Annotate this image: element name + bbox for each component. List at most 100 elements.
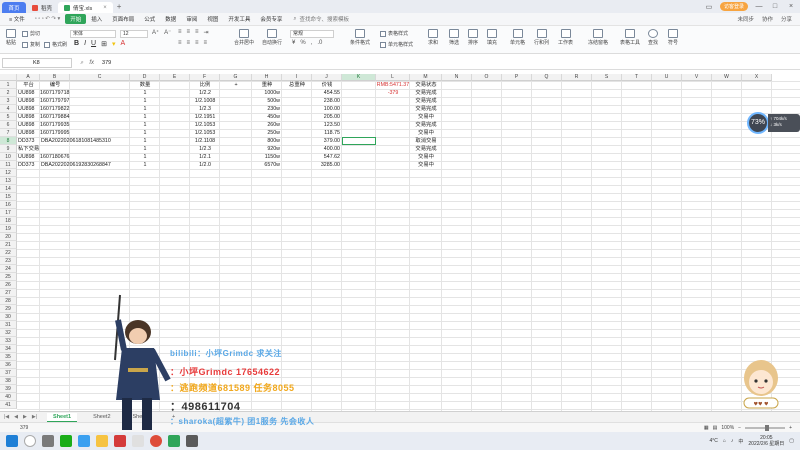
table-cell[interactable]: 123.50 [312, 121, 342, 129]
table-cell[interactable]: UU898 [17, 129, 40, 137]
table-cell[interactable]: 1/2.3 [190, 105, 220, 113]
column-header-e[interactable]: E [160, 74, 190, 81]
decrease-font-icon[interactable]: A⁻ [164, 29, 171, 36]
border-icon[interactable]: ⊞ [101, 40, 107, 48]
table-cell[interactable]: UU898 [17, 97, 40, 105]
chrome-icon[interactable] [150, 435, 162, 447]
name-box[interactable]: K8 [2, 58, 72, 68]
row-header[interactable]: 6 [0, 121, 17, 129]
currency-icon[interactable]: ¥ [292, 40, 295, 46]
row-header[interactable]: 12 [0, 169, 17, 177]
table-cell[interactable]: 920w [252, 145, 282, 153]
table-cell[interactable]: 400.00 [312, 145, 342, 153]
table-cell[interactable]: 1/2.1008 [190, 97, 220, 105]
last-sheet-icon[interactable]: ▶| [32, 414, 37, 420]
column-header-p[interactable]: P [502, 74, 532, 81]
volume-icon[interactable]: ♪ [731, 438, 734, 444]
table-cell[interactable]: 379.00 [312, 137, 342, 145]
column-header-s[interactable]: S [592, 74, 622, 81]
zoom-level[interactable]: 100% [721, 425, 734, 431]
column-header-u[interactable]: U [652, 74, 682, 81]
row-header[interactable]: 7 [0, 129, 17, 137]
table-cell[interactable]: 1 [130, 153, 160, 161]
table-cell[interactable]: + [220, 81, 252, 89]
table-cell[interactable]: RMB:5471.37 [376, 81, 410, 89]
font-size-select[interactable]: 12 [120, 30, 148, 38]
clock[interactable]: 20:05 2022/2/6 星期日 [748, 435, 784, 447]
row-header[interactable]: 1 [0, 81, 17, 89]
column-header-v[interactable]: V [682, 74, 712, 81]
zoom-formula-icon[interactable]: ⌕ [80, 60, 83, 67]
row-header[interactable]: 19 [0, 225, 17, 233]
sync-status[interactable]: 未同步 [737, 15, 754, 23]
login-button[interactable]: 访客登录 [719, 2, 748, 11]
row-header[interactable]: 33 [0, 337, 17, 345]
table-cell[interactable]: 3285.00 [312, 161, 342, 169]
wechat-icon[interactable] [60, 435, 72, 447]
table-cell[interactable]: 交易完成 [410, 145, 442, 153]
table-cell[interactable]: 编号 [40, 81, 70, 89]
minimize-icon[interactable]: — [754, 3, 764, 10]
row-header[interactable]: 34 [0, 345, 17, 353]
column-header-x[interactable]: X [742, 74, 772, 81]
fx-icon[interactable]: fx [89, 60, 94, 67]
underline-button[interactable]: U [91, 40, 96, 48]
column-header-w[interactable]: W [712, 74, 742, 81]
row-header[interactable]: 27 [0, 289, 17, 297]
table-cell[interactable]: 取消交易 [410, 137, 442, 145]
column-header-f[interactable]: F [190, 74, 220, 81]
table-cell[interactable]: UU898 [17, 89, 40, 97]
app-dark-icon[interactable] [186, 435, 198, 447]
new-tab-button[interactable]: + [117, 2, 122, 11]
zoom-out-icon[interactable]: − [738, 425, 741, 431]
fill-button[interactable]: 填充 [487, 29, 497, 46]
table-cell[interactable]: 205.00 [312, 113, 342, 121]
menu-home[interactable]: 开始 [65, 14, 87, 24]
table-cell[interactable]: 交易完成 [410, 89, 442, 97]
first-sheet-icon[interactable]: |◀ [4, 414, 9, 420]
table-cell[interactable]: 118.75 [312, 129, 342, 137]
column-header-j[interactable]: J [312, 74, 342, 81]
wps-taskbar-icon[interactable] [168, 435, 180, 447]
table-cell[interactable]: 交易完成 [410, 105, 442, 113]
row-header[interactable]: 37 [0, 369, 17, 377]
row-header[interactable]: 8 [0, 137, 17, 145]
row-header[interactable]: 23 [0, 257, 17, 265]
cell-button[interactable]: 单元格 [510, 29, 525, 46]
menu-member[interactable]: 会员专享 [255, 14, 287, 24]
share-button[interactable]: 分享 [781, 15, 792, 23]
table-cell[interactable]: 1607179797 [40, 97, 70, 105]
prev-sheet-icon[interactable]: ◀ [14, 414, 18, 420]
browser-icon[interactable] [78, 435, 90, 447]
thousands-icon[interactable]: , [311, 40, 313, 46]
table-cell[interactable]: 547.62 [312, 153, 342, 161]
fill-color-icon[interactable]: ▾ [112, 40, 116, 48]
row-header[interactable]: 35 [0, 353, 17, 361]
row-header[interactable]: 31 [0, 321, 17, 329]
table-cell[interactable]: 1/2.3 [190, 145, 220, 153]
row-header[interactable]: 21 [0, 241, 17, 249]
row-header[interactable]: 5 [0, 113, 17, 121]
menu-file[interactable]: ≡ 文件 [4, 14, 30, 24]
table-cell[interactable]: 6570w [252, 161, 282, 169]
sort-button[interactable]: 排序 [468, 29, 478, 46]
app-grey-icon[interactable] [132, 435, 144, 447]
sum-button[interactable]: 求和 [428, 29, 438, 46]
column-header-a[interactable]: A [17, 74, 40, 81]
table-cell[interactable]: 交易中 [410, 153, 442, 161]
table-cell[interactable]: 1 [130, 97, 160, 105]
row-header[interactable]: 13 [0, 177, 17, 185]
table-cell[interactable]: 230w [252, 105, 282, 113]
row-header[interactable]: 24 [0, 265, 17, 273]
column-header-o[interactable]: O [472, 74, 502, 81]
bold-button[interactable]: B [74, 40, 79, 48]
zoom-slider-knob[interactable] [765, 424, 770, 431]
table-cell[interactable]: 1/2.1951 [190, 113, 220, 121]
table-cell[interactable]: 平台 [17, 81, 40, 89]
menu-review[interactable]: 审阅 [181, 14, 202, 24]
cell-style-button[interactable]: 单元格样式 [380, 41, 413, 48]
table-cell[interactable]: 1150w [252, 153, 282, 161]
table-cell[interactable]: 1/2.1 [190, 153, 220, 161]
table-cell[interactable]: 交易完成 [410, 121, 442, 129]
task-view-icon[interactable] [42, 435, 54, 447]
